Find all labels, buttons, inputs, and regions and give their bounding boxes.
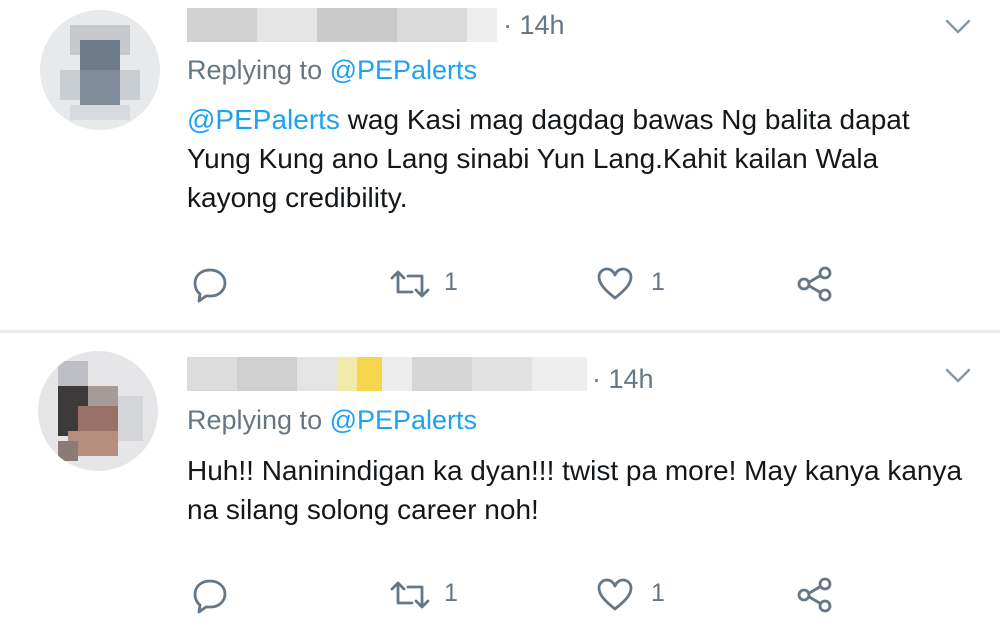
replying-to: Replying to @PEPalerts <box>187 55 477 86</box>
avatar[interactable] <box>40 10 160 130</box>
username-redacted[interactable] <box>187 8 497 42</box>
like-button[interactable]: 1 <box>595 575 685 615</box>
heart-icon <box>597 267 633 300</box>
tweet[interactable]: · 14h Replying to @PEPalerts @PEPalerts … <box>0 0 1000 330</box>
heart-icon <box>597 578 633 611</box>
retweet-count: 1 <box>444 268 458 296</box>
timestamp[interactable]: · 14h <box>503 10 565 41</box>
reply-button[interactable] <box>190 264 230 304</box>
like-count: 1 <box>651 268 665 296</box>
replying-prefix: Replying to <box>187 55 330 85</box>
like-button[interactable]: 1 <box>595 264 685 304</box>
share-icon <box>797 266 832 302</box>
replying-prefix: Replying to <box>187 405 330 435</box>
retweet-icon <box>390 270 430 298</box>
chevron-down-icon[interactable] <box>944 18 972 36</box>
retweet-button[interactable]: 1 <box>388 264 478 304</box>
like-count: 1 <box>651 579 665 607</box>
avatar[interactable] <box>38 351 158 471</box>
timestamp[interactable]: · 14h <box>592 364 654 395</box>
retweet-button[interactable]: 1 <box>388 575 478 615</box>
tweet-body: Huh!! Naninindigan ka dyan!!! twist pa m… <box>187 455 963 525</box>
chevron-down-icon[interactable] <box>944 367 972 385</box>
mention-link[interactable]: @PEPalerts <box>187 104 340 135</box>
reply-button[interactable] <box>190 575 230 615</box>
retweet-icon <box>390 581 430 609</box>
username-redacted[interactable] <box>187 357 587 391</box>
share-button[interactable] <box>795 264 835 304</box>
tweet-text: Huh!! Naninindigan ka dyan!!! twist pa m… <box>187 451 967 529</box>
share-button[interactable] <box>795 575 835 615</box>
reply-icon <box>193 268 227 303</box>
retweet-count: 1 <box>444 579 458 607</box>
tweet-text: @PEPalerts wag Kasi mag dagdag bawas Ng … <box>187 100 967 217</box>
reply-icon <box>193 579 227 614</box>
replying-to: Replying to @PEPalerts <box>187 405 477 436</box>
replying-handle-link[interactable]: @PEPalerts <box>330 405 477 435</box>
replying-handle-link[interactable]: @PEPalerts <box>330 55 477 85</box>
tweet[interactable]: · 14h Replying to @PEPalerts Huh!! Nanin… <box>0 333 1000 640</box>
share-icon <box>797 577 832 613</box>
